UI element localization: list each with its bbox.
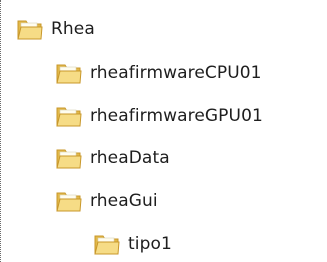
- tree-item-tipo1[interactable]: tipo1: [94, 229, 172, 259]
- folder-icon: [56, 64, 82, 84]
- folder-icon: [56, 192, 82, 212]
- folder-icon: [94, 235, 120, 255]
- tree-item-rheagui[interactable]: rheaGui: [56, 186, 158, 216]
- folder-icon: [56, 107, 82, 127]
- tree-item-rhea[interactable]: Rhea: [17, 14, 95, 44]
- tree-item-label: tipo1: [128, 234, 172, 254]
- tree-item-label: rheafirmwareGPU01: [90, 106, 263, 126]
- tree-item-rheafirmwaregpu01[interactable]: rheafirmwareGPU01: [56, 101, 263, 131]
- tree-item-label: Rhea: [51, 19, 95, 39]
- tree-item-rheafirmwarecpu01[interactable]: rheafirmwareCPU01: [56, 58, 262, 88]
- folder-icon: [17, 20, 43, 40]
- tree-item-label: rheaData: [90, 148, 170, 168]
- tree-item-rheadata[interactable]: rheaData: [56, 143, 170, 173]
- tree-item-label: rheaGui: [90, 191, 158, 211]
- folder-icon: [56, 149, 82, 169]
- folder-tree-panel: Rhea rheafirmwareCPU01 rheafirmwareGPU01…: [0, 0, 327, 262]
- tree-item-label: rheafirmwareCPU01: [90, 63, 262, 83]
